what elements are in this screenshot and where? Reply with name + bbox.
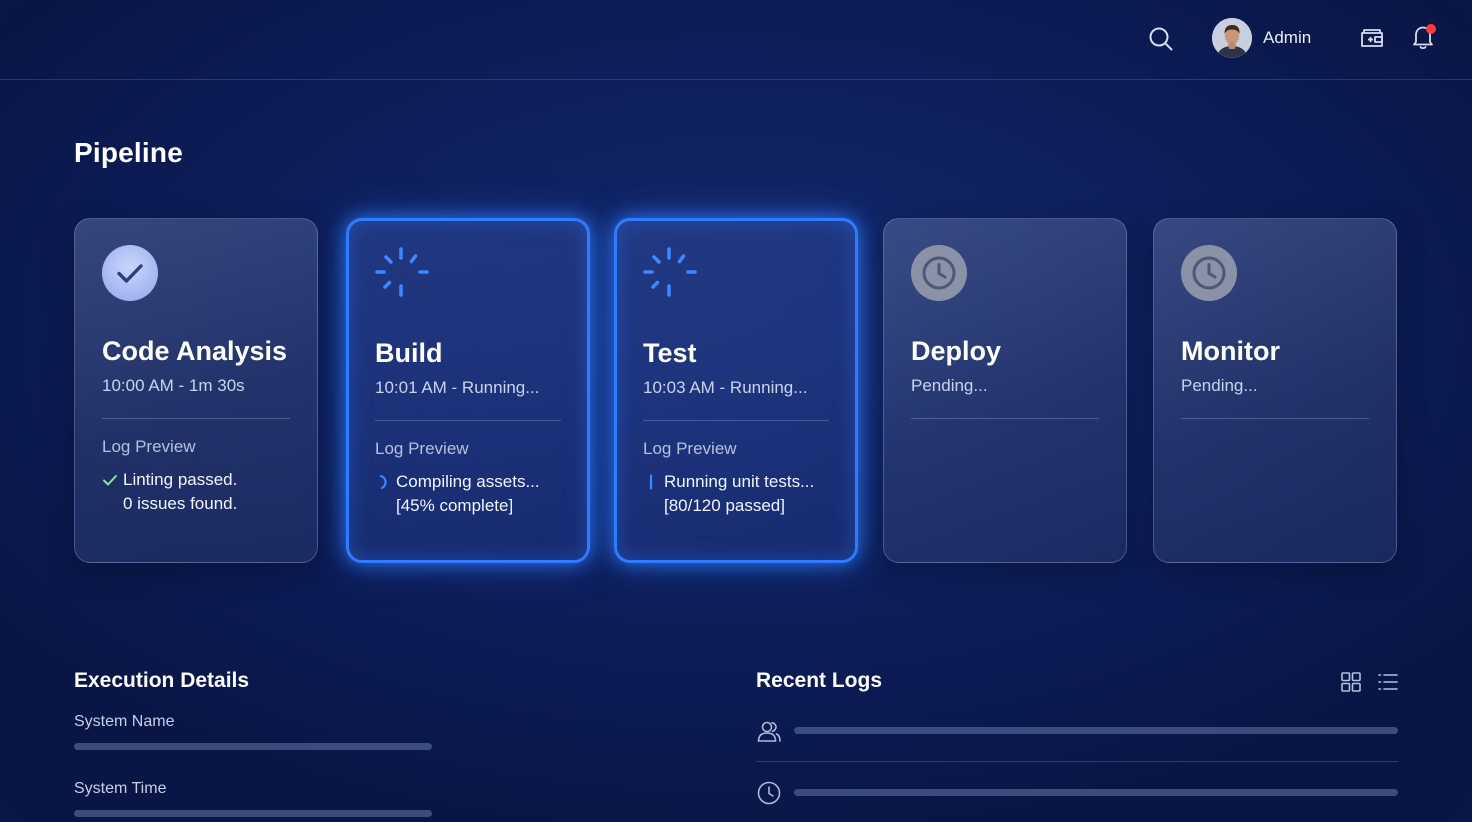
log-line: [45% complete] (396, 496, 514, 515)
divider (102, 418, 290, 419)
stage-card-test[interactable]: Test 10:03 AM - Running... Log Preview R… (614, 218, 858, 563)
log-preview-label: Log Preview (102, 437, 196, 456)
bell-icon[interactable] (1408, 22, 1438, 52)
log-line: 0 issues found. (123, 494, 238, 513)
grid-view-icon[interactable] (1340, 671, 1362, 693)
execution-details-title: Execution Details (74, 669, 250, 692)
recent-logs-title: Recent Logs (756, 669, 883, 692)
field-label-system-name: System Name (74, 713, 175, 730)
stage-card-build[interactable]: Build 10:01 AM - Running... Log Preview … (346, 218, 590, 563)
divider (375, 420, 561, 421)
clock-icon (756, 780, 782, 806)
log-preview-label: Log Preview (643, 439, 737, 458)
log-line: Compiling assets... (396, 472, 540, 491)
clock-icon (1181, 245, 1237, 301)
log-line: [80/120 passed] (664, 496, 785, 515)
stage-card-code-analysis[interactable]: Code Analysis 10:00 AM - 1m 30s Log Prev… (74, 218, 318, 563)
divider (643, 420, 829, 421)
log-entry-placeholder (794, 727, 1398, 734)
stage-title: Build (375, 338, 443, 368)
wallet-icon[interactable] (1358, 24, 1386, 52)
stage-subtitle: 10:03 AM - Running... (643, 378, 808, 397)
stage-title: Code Analysis (102, 336, 288, 366)
page-title: Pipeline (74, 137, 183, 168)
user-menu[interactable]: Admin (1212, 18, 1311, 58)
log-preview-label: Log Preview (375, 439, 469, 458)
notification-dot (1426, 24, 1436, 34)
stage-title: Deploy (911, 336, 1002, 366)
top-bar: Admin (0, 0, 1472, 80)
log-line: Running unit tests... (664, 472, 815, 491)
divider (756, 761, 1398, 762)
checkmark-icon (102, 472, 118, 488)
stage-card-deploy[interactable]: Deploy Pending... (883, 218, 1127, 563)
users-icon (756, 719, 782, 745)
log-line: Linting passed. (123, 470, 238, 489)
stage-subtitle: Pending... (911, 376, 988, 395)
divider (911, 418, 1099, 419)
stage-title: Test (643, 338, 697, 368)
field-value-placeholder (74, 743, 432, 750)
avatar (1212, 18, 1252, 58)
check-icon (102, 245, 158, 301)
spinner-icon (643, 247, 699, 303)
cursor-bar-icon (643, 474, 659, 490)
stage-card-monitor[interactable]: Monitor Pending... (1153, 218, 1397, 563)
user-name: Admin (1263, 28, 1312, 47)
stage-subtitle: 10:00 AM - 1m 30s (102, 376, 245, 395)
log-entry-placeholder (794, 789, 1398, 796)
clock-icon (911, 245, 967, 301)
app-window: Admin Pipeline Code Analysis 10:00 AM - … (0, 0, 1472, 822)
field-label-system-time: System Time (74, 780, 167, 797)
search-icon[interactable] (1146, 24, 1176, 54)
loading-arc-icon (375, 474, 391, 490)
stage-subtitle: Pending... (1181, 376, 1258, 395)
list-view-icon[interactable] (1377, 671, 1399, 693)
spinner-icon (375, 247, 431, 303)
field-value-placeholder (74, 810, 432, 817)
stage-subtitle: 10:01 AM - Running... (375, 378, 540, 397)
divider (1181, 418, 1369, 419)
stage-title: Monitor (1181, 336, 1280, 366)
